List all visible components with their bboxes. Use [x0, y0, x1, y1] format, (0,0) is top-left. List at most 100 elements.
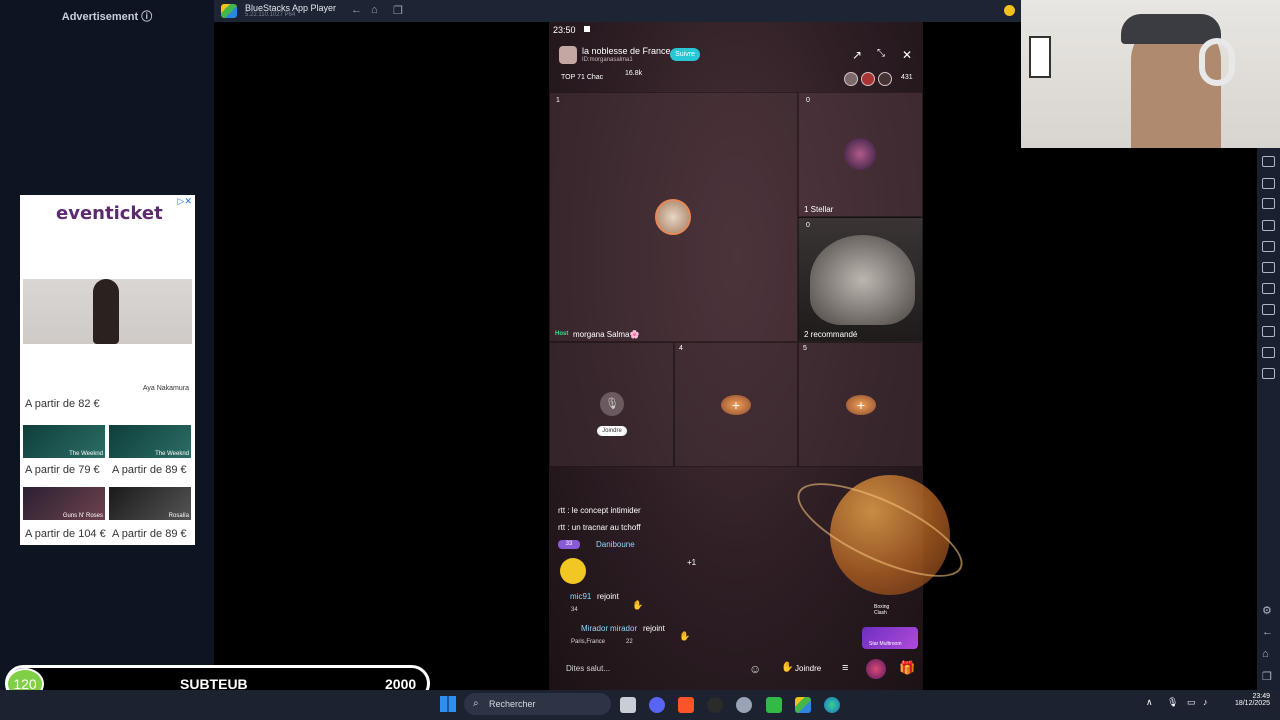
- back-icon[interactable]: ←: [1262, 626, 1273, 638]
- seat-username[interactable]: 1 Stellar: [804, 205, 833, 214]
- headphones-shape: [1199, 38, 1235, 86]
- top-rank-badge[interactable]: TOP 71 Chac: [561, 74, 603, 81]
- room-name[interactable]: la noblesse de France: [582, 46, 671, 56]
- ad-hero-image[interactable]: [23, 279, 192, 344]
- taskbar-clock[interactable]: 23:49 18/12/2025: [1220, 693, 1270, 707]
- add-seat-icon[interactable]: +: [721, 395, 751, 415]
- user-level: 22: [626, 639, 633, 645]
- ad-item-price[interactable]: A partir de 89 €: [112, 528, 187, 540]
- emoji-sticker: [560, 558, 586, 584]
- add-seat-icon[interactable]: +: [846, 395, 876, 415]
- chat-username[interactable]: mic91: [570, 592, 591, 601]
- plus-one-label: +1: [687, 558, 697, 567]
- multiroom-button[interactable]: Star Multiroom: [862, 627, 918, 649]
- sidebar-tool-icon[interactable]: [1262, 347, 1275, 358]
- sidebar-tool-icon[interactable]: [1262, 156, 1275, 167]
- file-explorer-icon[interactable]: [620, 697, 636, 713]
- volume-icon[interactable]: ♪: [1203, 697, 1208, 707]
- ad-item-thumbnail[interactable]: Rosalía: [109, 487, 191, 520]
- ad-item-label: Guns N' Roses: [62, 513, 103, 519]
- ad-item-price[interactable]: A partir de 89 €: [112, 464, 187, 476]
- ad-item-price[interactable]: A partir de 79 €: [25, 464, 100, 476]
- viewer-avatar[interactable]: [878, 72, 892, 86]
- sidebar-tool-icon[interactable]: [1262, 262, 1275, 273]
- viewer-count[interactable]: 431: [901, 74, 913, 81]
- ad-hero-price[interactable]: A partir de 82 €: [25, 398, 100, 410]
- guest-video: [810, 235, 915, 325]
- edge-icon[interactable]: [824, 697, 840, 713]
- ad-item-label: The Weeknd: [155, 451, 189, 457]
- user-level: 34: [571, 607, 578, 613]
- ad-item-thumbnail[interactable]: The Weeknd: [23, 425, 105, 458]
- tray-chevron-icon[interactable]: ∧: [1146, 697, 1153, 708]
- home-icon[interactable]: ⌂: [371, 4, 378, 16]
- join-button[interactable]: Joindre: [795, 664, 821, 673]
- boxing-clash-label[interactable]: Boxing Clash: [874, 604, 900, 616]
- recent-apps-icon[interactable]: ❐: [393, 4, 403, 17]
- ad-item-price[interactable]: A partir de 104 €: [25, 528, 106, 540]
- bluestacks-icon[interactable]: [795, 697, 811, 713]
- sidebar-tool-icon[interactable]: [1262, 198, 1275, 209]
- ad-banner[interactable]: eventicket ▷✕ Aya Nakamura A partir de 8…: [20, 195, 195, 545]
- home-icon[interactable]: ⌂: [1262, 648, 1269, 660]
- viewer-avatar[interactable]: [861, 72, 875, 86]
- chat-action: rejoint: [643, 624, 665, 633]
- gift-icon[interactable]: 🎁: [899, 660, 915, 676]
- seat-username[interactable]: 2 recommandé: [804, 330, 857, 339]
- coin-count: 16.8k: [625, 70, 643, 77]
- sidebar-tool-icon[interactable]: [1262, 368, 1275, 379]
- seat-username[interactable]: morgana Salma🌸: [573, 330, 639, 339]
- host-tag: Host: [555, 331, 569, 337]
- back-icon[interactable]: ←: [351, 4, 362, 16]
- viewer-avatar[interactable]: [844, 72, 858, 86]
- level-badge: 33: [558, 540, 580, 549]
- wave-icon[interactable]: ✋: [679, 631, 690, 642]
- settings-icon[interactable]: [736, 697, 752, 713]
- taskbar-search[interactable]: [464, 693, 611, 715]
- account-icon[interactable]: [1004, 5, 1015, 16]
- ad-close-icon[interactable]: ▷✕: [178, 196, 192, 207]
- room-id: ID:morganasalma1: [582, 57, 633, 63]
- sidebar-tool-icon[interactable]: [1262, 326, 1275, 337]
- settings-icon[interactable]: ⚙: [1262, 604, 1272, 617]
- share-icon[interactable]: ↗: [852, 48, 862, 62]
- follow-button[interactable]: Suivre: [670, 48, 700, 61]
- chat-username[interactable]: Mirador: [581, 624, 608, 633]
- app-icon[interactable]: [766, 697, 782, 713]
- windows-start-icon[interactable]: [440, 696, 456, 712]
- ad-item-thumbnail[interactable]: The Weeknd: [109, 425, 191, 458]
- eventicket-logo[interactable]: eventicket: [56, 203, 163, 224]
- sidebar-tool-icon[interactable]: [1262, 241, 1275, 252]
- microphone-icon[interactable]: 🎙: [1167, 697, 1178, 708]
- sidebar-tool-icon[interactable]: [1262, 304, 1275, 315]
- app-icon[interactable]: [707, 697, 723, 713]
- join-seat-button[interactable]: Joindre: [597, 426, 627, 436]
- discord-icon[interactable]: [649, 697, 665, 713]
- host-avatar[interactable]: [655, 199, 691, 235]
- status-time: 23:50: [553, 25, 576, 35]
- brave-icon[interactable]: [678, 697, 694, 713]
- emoji-icon[interactable]: ☺: [749, 662, 761, 676]
- menu-icon[interactable]: ≡: [842, 662, 848, 674]
- taskbar-search-text: Rechercher: [489, 699, 536, 709]
- user-location: Paris,France: [571, 639, 606, 645]
- seat-coin-count: 1: [556, 97, 560, 104]
- sidebar-tool-icon[interactable]: [1262, 178, 1275, 189]
- wave-icon[interactable]: ✋: [632, 600, 643, 611]
- recent-apps-icon[interactable]: ❐: [1262, 670, 1272, 683]
- chat-username[interactable]: Daniboune: [596, 540, 635, 549]
- guest-avatar[interactable]: [844, 138, 876, 170]
- sidebar-tool-icon[interactable]: [1262, 220, 1275, 231]
- chat-input[interactable]: Dites salut...: [558, 660, 738, 678]
- microphone-icon[interactable]: 🎙: [600, 392, 624, 416]
- ad-item-thumbnail[interactable]: Guns N' Roses: [23, 487, 105, 520]
- room-avatar[interactable]: [559, 46, 577, 64]
- sidebar-tool-icon[interactable]: [1262, 283, 1275, 294]
- close-icon[interactable]: ✕: [902, 48, 912, 62]
- minimize-icon[interactable]: ⤡: [877, 48, 885, 59]
- game-icon[interactable]: [866, 659, 886, 679]
- webcam-overlay: [1021, 0, 1280, 148]
- network-icon[interactable]: ▭: [1187, 697, 1196, 708]
- hand-icon[interactable]: ✋: [781, 662, 793, 673]
- chat-action: rejoint: [597, 592, 619, 601]
